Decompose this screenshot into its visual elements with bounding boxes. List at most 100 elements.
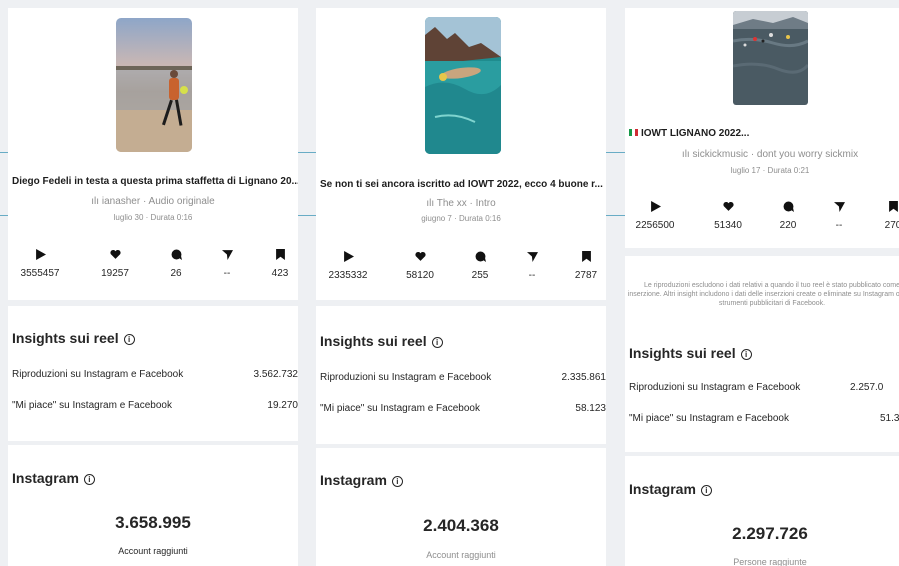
reel-audio[interactable]: ılı sickickmusic · dont you worry sickmi… bbox=[625, 149, 899, 160]
send-icon bbox=[221, 250, 233, 260]
reel-meta: giugno 7 · Durata 0:16 bbox=[421, 214, 501, 223]
bookmark-icon bbox=[275, 249, 285, 260]
stat-saves: 2787 bbox=[556, 251, 606, 283]
reel-title: IOWT LIGNANO 2022... bbox=[629, 128, 749, 139]
stat-comments: 255 bbox=[450, 251, 510, 283]
reel-thumbnail[interactable] bbox=[116, 18, 192, 152]
stat-plays-value: 3555457 bbox=[20, 268, 60, 279]
insights-heading: Insights sui reel i bbox=[320, 333, 443, 349]
stat-likes: 19257 bbox=[85, 249, 145, 281]
send-icon bbox=[833, 202, 845, 212]
row-value: 58.123 bbox=[575, 403, 606, 414]
insights-card: Le riproduzioni escludono i dati relativ… bbox=[625, 256, 899, 452]
insights-heading-text: Insights sui reel bbox=[629, 345, 736, 361]
insights-heading: Insights sui reel i bbox=[629, 345, 752, 361]
stat-likes-value: 58120 bbox=[406, 270, 434, 281]
reel-title: Diego Fedeli in testa a questa prima sta… bbox=[12, 176, 298, 187]
reel-audio-text: The xx · Intro bbox=[436, 198, 496, 209]
stat-plays-value: 2256500 bbox=[635, 220, 675, 231]
reel-audio-text: sickickmusic · dont you worry sickmix bbox=[692, 149, 859, 160]
insights-heading: Insights sui reel i bbox=[12, 330, 135, 346]
stat-plays: 3555457 bbox=[10, 249, 70, 281]
stat-plays-value: 2335332 bbox=[328, 270, 368, 281]
italy-flag-icon bbox=[629, 129, 638, 136]
instagram-card: Instagram i 2.297.726 Persone raggiunte bbox=[625, 456, 899, 566]
stat-shares: -- bbox=[197, 249, 257, 281]
info-icon[interactable]: i bbox=[391, 476, 403, 487]
send-icon bbox=[526, 252, 538, 262]
reach-value: 2.404.368 bbox=[423, 516, 499, 535]
stat-saves-value: 270 bbox=[884, 220, 899, 231]
row-label: Riproduzioni su Instagram e Facebook bbox=[12, 369, 184, 380]
row-label: "Mi piace" su Instagram e Facebook bbox=[320, 403, 480, 414]
row-label: Riproduzioni su Instagram e Facebook bbox=[629, 382, 801, 393]
row-label: "Mi piace" su Instagram e Facebook bbox=[12, 400, 172, 411]
bookmark-icon bbox=[888, 201, 898, 212]
stat-likes: 51340 bbox=[698, 201, 758, 233]
heart-icon bbox=[109, 249, 121, 259]
reach-label: Account raggiunti bbox=[118, 546, 188, 556]
stat-likes-value: 19257 bbox=[101, 268, 129, 279]
reel-thumbnail[interactable] bbox=[425, 17, 501, 154]
row-value: 19.270 bbox=[267, 400, 298, 411]
row-value: 3.562.732 bbox=[253, 369, 299, 380]
stat-plays: 2256500 bbox=[625, 201, 685, 233]
stat-likes: 58120 bbox=[390, 251, 450, 283]
reach-value: 2.297.726 bbox=[732, 524, 808, 543]
comment-icon bbox=[475, 251, 486, 262]
reel-audio-text: ianasher · Audio originale bbox=[101, 196, 215, 207]
stat-likes-value: 51340 bbox=[714, 220, 742, 231]
insights-heading-text: Insights sui reel bbox=[320, 333, 427, 349]
stat-shares-value: -- bbox=[223, 268, 231, 279]
play-icon bbox=[343, 251, 354, 262]
stat-saves-value: 423 bbox=[271, 268, 289, 279]
insights-card: Insights sui reel i Riproduzioni su Insta… bbox=[316, 306, 606, 444]
comment-icon bbox=[171, 249, 182, 260]
reel-title-text: IOWT LIGNANO 2022... bbox=[641, 128, 750, 139]
stat-shares-value: -- bbox=[835, 220, 843, 231]
insights-heading-text: Insights sui reel bbox=[12, 330, 119, 346]
audio-wave-icon: ılı bbox=[681, 149, 693, 160]
info-icon[interactable]: i bbox=[700, 485, 712, 496]
info-icon[interactable]: i bbox=[83, 474, 95, 485]
stat-comments-value: 220 bbox=[779, 220, 797, 231]
info-icon[interactable]: i bbox=[431, 337, 443, 348]
heart-icon bbox=[722, 201, 734, 211]
reach-label: Account raggiunti bbox=[426, 550, 496, 560]
audio-wave-icon: ılı bbox=[426, 198, 437, 209]
heart-icon bbox=[414, 251, 426, 261]
comment-icon bbox=[783, 201, 794, 212]
reel-summary-card: Diego Fedeli in testa a questa prima sta… bbox=[8, 8, 298, 300]
stat-shares-value: -- bbox=[528, 270, 536, 281]
play-icon bbox=[650, 201, 661, 212]
instagram-heading-text: Instagram bbox=[320, 472, 387, 488]
row-value: 2.257.0 bbox=[850, 382, 884, 393]
reel-thumbnail[interactable] bbox=[733, 11, 808, 105]
row-value: 2.335.861 bbox=[561, 372, 607, 383]
instagram-card: Instagram i 3.658.995 Account raggiunti bbox=[8, 445, 298, 566]
stat-shares: -- bbox=[809, 201, 869, 233]
reel-panel-1: Diego Fedeli in testa a questa prima sta… bbox=[8, 8, 298, 566]
reel-audio[interactable]: ılı The xx · Intro bbox=[316, 198, 606, 209]
reach-label: Persone raggiunte bbox=[733, 557, 807, 566]
reel-panel-3: IOWT LIGNANO 2022... ılı sickickmusic · … bbox=[625, 8, 899, 566]
instagram-heading: Instagram i bbox=[12, 470, 95, 486]
reel-summary-card: IOWT LIGNANO 2022... ılı sickickmusic · … bbox=[625, 8, 899, 248]
info-icon[interactable]: i bbox=[123, 334, 135, 345]
play-icon bbox=[35, 249, 46, 260]
audio-wave-icon: ılı bbox=[91, 196, 102, 207]
stat-comments-value: 26 bbox=[170, 268, 182, 279]
instagram-heading-text: Instagram bbox=[12, 470, 79, 486]
instagram-heading: Instagram i bbox=[320, 472, 403, 488]
reach-value: 3.658.995 bbox=[115, 513, 191, 532]
info-icon[interactable]: i bbox=[740, 349, 752, 360]
stat-saves: 423 bbox=[250, 249, 298, 281]
stat-saves: 270 bbox=[863, 201, 899, 233]
reel-audio[interactable]: ılı ianasher · Audio originale bbox=[8, 196, 298, 207]
row-label: "Mi piace" su Instagram e Facebook bbox=[629, 413, 789, 424]
insights-card: Insights sui reel i Riproduzioni su Insta… bbox=[8, 306, 298, 441]
stat-plays: 2335332 bbox=[318, 251, 378, 283]
reel-title: Se non ti sei ancora iscritto ad IOWT 20… bbox=[320, 179, 603, 190]
stat-shares: -- bbox=[502, 251, 562, 283]
bookmark-icon bbox=[581, 251, 591, 262]
